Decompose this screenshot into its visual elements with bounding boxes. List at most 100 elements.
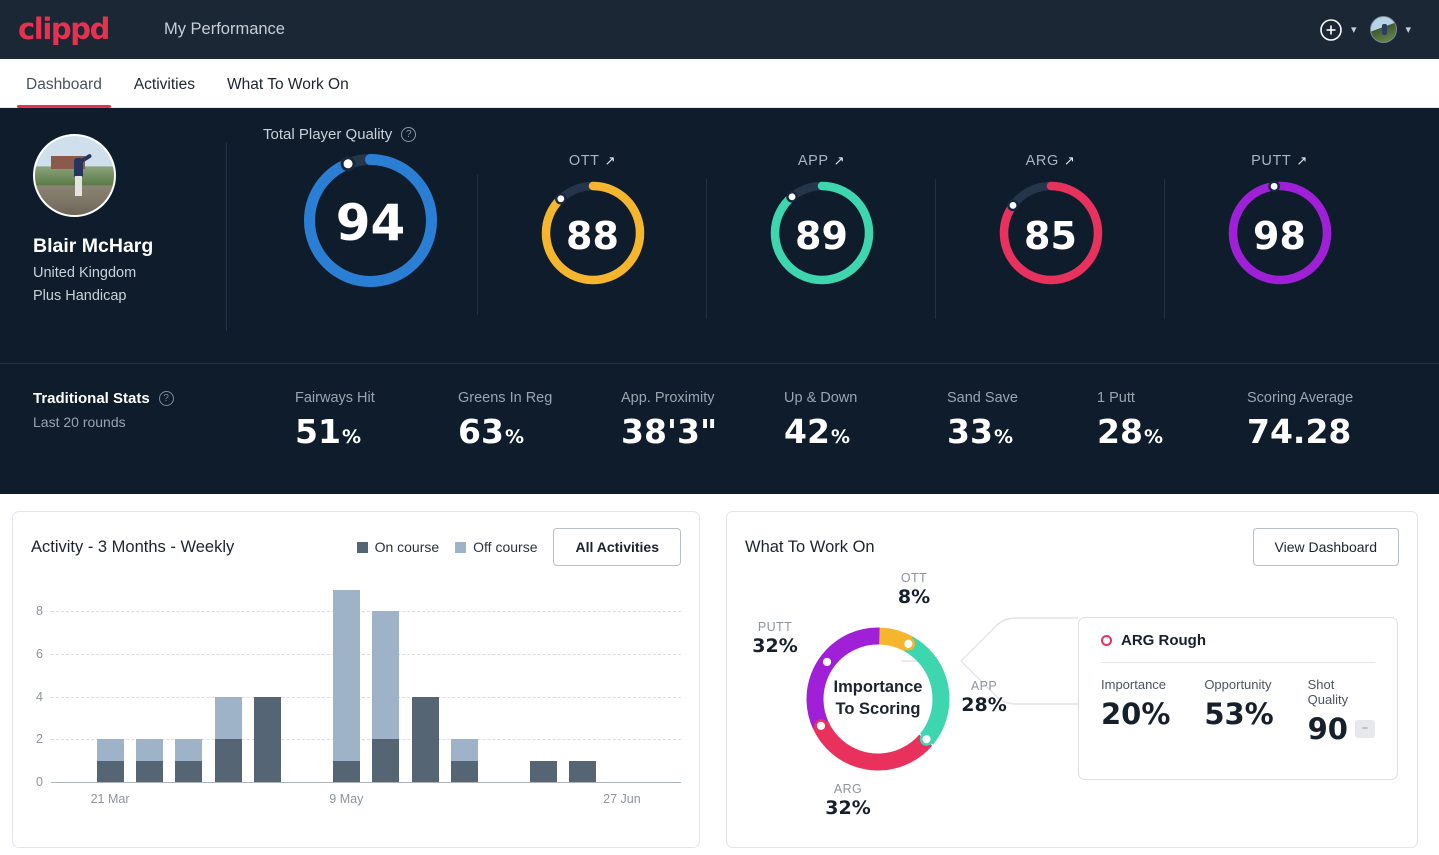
wtwo-card-title: What To Work On	[745, 537, 875, 556]
gauge-value-arg: 85	[1024, 213, 1077, 258]
bar-stack[interactable]	[135, 739, 163, 782]
bar-slot[interactable]	[130, 739, 169, 782]
bar-stack[interactable]	[214, 696, 242, 782]
tab-what-to-work-on[interactable]: What To Work On	[211, 76, 365, 107]
bar-segment-off-course[interactable]	[175, 739, 203, 761]
bar-slot[interactable]	[248, 696, 287, 782]
gauge-arg[interactable]: ARG ↗ 85	[936, 153, 1165, 319]
tab-activities[interactable]: Activities	[118, 76, 211, 107]
stat-up-and-down: Up & Down 42 %	[784, 390, 947, 451]
bar-segment-on-course[interactable]	[450, 760, 478, 782]
topbar-actions: ▾ ▾	[1319, 16, 1421, 43]
traditional-stats-row: Traditional Stats ? Last 20 rounds Fairw…	[0, 364, 1439, 494]
legend-item-off-course: Off course	[455, 539, 537, 555]
bar-stack[interactable]	[96, 739, 124, 782]
bar-slot[interactable]	[445, 739, 484, 782]
stat-label: Greens In Reg	[458, 390, 553, 406]
stat-unit: %	[993, 426, 1013, 448]
bar-segment-on-course[interactable]	[372, 739, 400, 782]
detail-stat-opportunity: Opportunity 53%	[1204, 677, 1307, 746]
plus-circle-icon[interactable]	[1319, 18, 1343, 42]
bar-slot[interactable]	[524, 760, 563, 782]
bar-segment-off-course[interactable]	[332, 590, 360, 761]
wtwo-card-header: What To Work On View Dashboard	[727, 512, 1417, 566]
stat-unit: %	[341, 426, 361, 448]
bar-stack[interactable]	[254, 696, 282, 782]
clippd-logo[interactable]: clippd	[18, 15, 110, 44]
bar-slot[interactable]	[209, 696, 248, 782]
gauge-app[interactable]: APP ↗ 89	[707, 153, 936, 319]
detail-stat-number: 53%	[1204, 697, 1274, 731]
gauge-total-player-quality[interactable]: 94	[263, 149, 478, 315]
bar-segment-off-course[interactable]	[96, 739, 124, 761]
activity-card-title: Activity - 3 Months - Weekly	[31, 537, 235, 556]
bar-stack[interactable]	[529, 760, 557, 782]
stat-value: 63 %	[458, 412, 621, 451]
bar-segment-off-course[interactable]	[135, 739, 163, 761]
stat-unit: %	[504, 426, 524, 448]
bar-segment-on-course[interactable]	[214, 739, 242, 782]
bar-stack[interactable]	[372, 611, 400, 782]
focus-area-detail-card[interactable]: ARG Rough Importance 20% Opportunity 53%…	[1078, 617, 1398, 780]
avatar[interactable]	[1370, 16, 1398, 43]
bar-segment-off-course[interactable]	[214, 696, 242, 740]
tab-dashboard[interactable]: Dashboard	[10, 76, 118, 108]
bar-segment-on-course[interactable]	[175, 760, 203, 782]
bar-stack[interactable]	[450, 739, 478, 782]
traditional-stats-heading: Traditional Stats ? Last 20 rounds	[33, 390, 295, 430]
bar-slot[interactable]	[327, 590, 366, 782]
detail-stat-label: Importance	[1101, 677, 1167, 692]
activity-card: Activity - 3 Months - Weekly On course O…	[12, 511, 700, 848]
stat-value: 33 %	[947, 412, 1097, 451]
bar-segment-on-course[interactable]	[411, 696, 439, 782]
bar-stack[interactable]	[411, 696, 439, 782]
bar-segment-on-course[interactable]	[332, 760, 360, 782]
detail-divider	[1101, 662, 1375, 663]
stat-1-putt: 1 Putt 28 %	[1097, 390, 1247, 451]
traditional-stats-subtitle: Last 20 rounds	[33, 414, 126, 430]
chevron-down-icon[interactable]: ▾	[1405, 23, 1411, 36]
bar-segment-off-course[interactable]	[450, 739, 478, 761]
y-axis-tick: 8	[36, 604, 43, 619]
bar-slot[interactable]	[169, 739, 208, 782]
bar-segment-on-course[interactable]	[569, 760, 597, 782]
bar-segment-off-course[interactable]	[372, 611, 400, 740]
chevron-down-icon[interactable]: ▾	[1351, 23, 1357, 36]
gauge-ott[interactable]: OTT ↗ 88	[478, 153, 707, 319]
gauge-label-putt: PUTT ↗	[1251, 153, 1308, 169]
help-circle-icon[interactable]: ?	[401, 127, 417, 142]
bar-stack[interactable]	[175, 739, 203, 782]
help-circle-icon[interactable]: ?	[158, 391, 174, 406]
legend-swatch-icon	[356, 541, 368, 553]
all-activities-button[interactable]: All Activities	[553, 528, 681, 566]
gauge-ring-ott: 88	[538, 178, 648, 293]
view-dashboard-button[interactable]: View Dashboard	[1252, 528, 1399, 566]
detail-stat-value: 90 –	[1308, 712, 1375, 746]
trend-up-icon: ↗	[1296, 153, 1308, 168]
bar-segment-on-course[interactable]	[254, 696, 282, 782]
bar-segment-on-course[interactable]	[529, 760, 557, 782]
gauge-value-total: 94	[335, 194, 406, 252]
bar-stack[interactable]	[332, 590, 360, 782]
bar-slot[interactable]	[405, 696, 444, 782]
gauge-label-app: APP ↗	[798, 153, 845, 169]
gauge-putt[interactable]: PUTT ↗ 98	[1165, 153, 1394, 293]
detail-title-row: ARG Rough	[1101, 632, 1375, 649]
gauge-label-text: OTT	[568, 153, 600, 169]
gauge-label-text: PUTT	[1251, 153, 1292, 169]
stat-label: Fairways Hit	[295, 390, 375, 406]
activity-card-header: Activity - 3 Months - Weekly On course O…	[13, 512, 699, 566]
gridline	[51, 782, 681, 783]
player-handicap: Plus Handicap	[33, 288, 127, 304]
player-avatar[interactable]	[33, 134, 116, 217]
x-axis-tick: 9 May	[329, 792, 364, 806]
bar-segment-on-course[interactable]	[135, 760, 163, 782]
stat-value: 38'3"	[621, 412, 784, 451]
bar-slot[interactable]	[366, 611, 405, 782]
bar-slot[interactable]	[90, 739, 129, 782]
detail-stat-value: 20%	[1101, 697, 1204, 731]
detail-stat-shot-quality: Shot Quality 90 –	[1308, 677, 1375, 746]
bar-segment-on-course[interactable]	[96, 760, 124, 782]
bar-stack[interactable]	[569, 760, 597, 782]
bar-slot[interactable]	[563, 760, 602, 782]
